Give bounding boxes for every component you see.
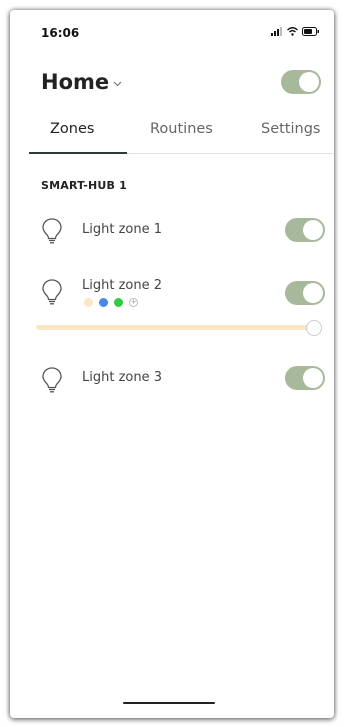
page-title: Home	[41, 70, 110, 94]
home-indicator	[123, 702, 215, 704]
status-icons	[271, 27, 320, 36]
tab-zones[interactable]: Zones	[50, 121, 94, 137]
zone-2-color-swatches: +	[84, 298, 138, 307]
zone-label[interactable]: Light zone 1	[82, 222, 162, 237]
battery-icon	[302, 27, 319, 36]
master-toggle[interactable]	[281, 70, 321, 94]
zone-label[interactable]: Light zone 2	[82, 278, 162, 293]
status-time: 16:06	[41, 26, 80, 40]
tab-routines[interactable]: Routines	[150, 121, 213, 137]
zone-2-brightness-slider[interactable]	[36, 325, 316, 330]
tab-bar: Zones Routines Settings	[10, 110, 334, 154]
toggle-knob	[299, 72, 319, 92]
color-swatch[interactable]	[84, 298, 93, 307]
zone-1-toggle[interactable]	[285, 218, 325, 242]
cellular-signal-icon	[271, 27, 282, 36]
color-swatch[interactable]	[99, 298, 108, 307]
home-selector[interactable]: Home	[41, 70, 122, 94]
lightbulb-icon	[42, 367, 62, 393]
zone-label[interactable]: Light zone 3	[82, 370, 162, 385]
lightbulb-icon	[42, 279, 62, 305]
lightbulb-icon	[42, 218, 62, 244]
zone-2-toggle[interactable]	[285, 281, 325, 305]
toggle-knob	[303, 368, 323, 388]
toggle-knob	[303, 283, 323, 303]
status-bar: 16:06	[10, 10, 334, 54]
toggle-knob	[303, 220, 323, 240]
chevron-down-icon	[113, 81, 122, 87]
hub-section-title: SMART-HUB 1	[41, 179, 128, 192]
active-tab-indicator	[29, 152, 127, 154]
tab-divider	[127, 153, 334, 154]
phone-screen: 16:06 Home Zones Routines Settings SMART…	[10, 10, 334, 718]
zone-3-toggle[interactable]	[285, 366, 325, 390]
color-swatch[interactable]	[114, 298, 123, 307]
add-color-icon[interactable]: +	[129, 298, 138, 307]
slider-handle[interactable]	[306, 320, 322, 336]
wifi-icon	[287, 27, 298, 36]
tab-settings[interactable]: Settings	[261, 121, 320, 137]
